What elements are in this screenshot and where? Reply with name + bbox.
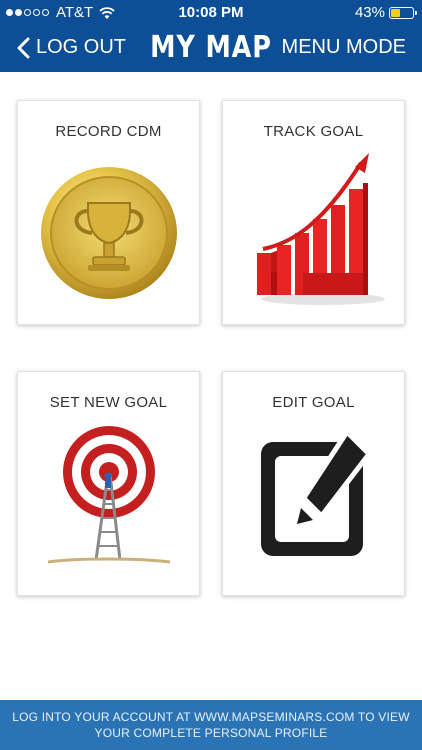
track-goal-card[interactable]: TRACK GOAL [222, 100, 405, 325]
footer-line-2: YOUR COMPLETE PERSONAL PROFILE [94, 726, 328, 740]
battery-fill [391, 8, 400, 17]
nav-bar: LOG OUT MY MAP MENU MODE [0, 28, 422, 68]
growth-chart-icon [257, 153, 385, 305]
target-ladder-icon [47, 426, 171, 564]
record-cdm-card[interactable]: RECORD CDM [17, 100, 200, 325]
battery-percent: 43% [354, 4, 385, 21]
footer-banner[interactable]: LOG INTO YOUR ACCOUNT AT WWW.MAPSEMINARS… [0, 700, 422, 750]
chevron-left-icon [17, 37, 30, 58]
card-label: TRACK GOAL [263, 123, 364, 140]
card-label: SET NEW GOAL [49, 394, 168, 411]
card-label: RECORD CDM [55, 123, 162, 140]
battery-nub [415, 10, 417, 15]
app-screen: AT&T 10:08 PM 43% LOG OUT MY MAP MENU MO… [0, 0, 422, 750]
menu-mode-button[interactable]: MENU MODE [282, 36, 406, 59]
edit-icon [261, 428, 373, 556]
status-right: 43% [354, 4, 417, 21]
trophy-coin-icon [41, 167, 177, 299]
set-new-goal-card[interactable]: SET NEW GOAL [17, 371, 200, 596]
card-label: EDIT GOAL [272, 394, 355, 411]
edit-goal-card[interactable]: EDIT GOAL [222, 371, 405, 596]
battery-icon [389, 6, 417, 19]
status-bar: AT&T 10:08 PM 43% [0, 0, 422, 24]
header: AT&T 10:08 PM 43% LOG OUT MY MAP MENU MO… [0, 0, 422, 72]
footer-line-1: LOG INTO YOUR ACCOUNT AT WWW.MAPSEMINARS… [12, 710, 410, 724]
